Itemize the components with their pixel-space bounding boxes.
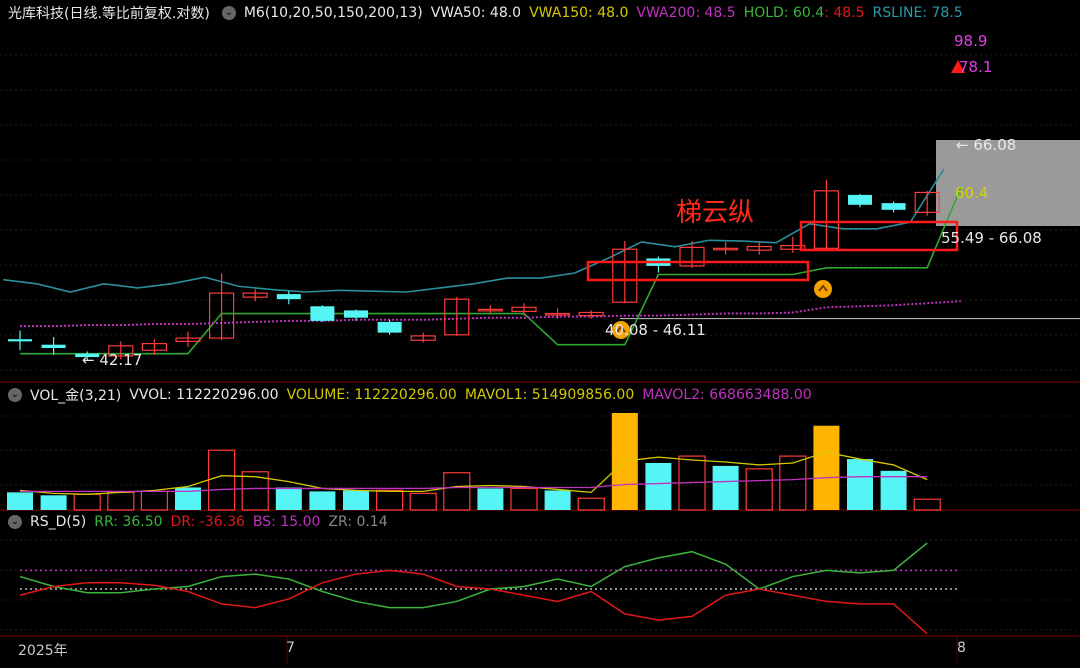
box-label: 梯云纵: [676, 198, 755, 228]
volume-bar: [847, 459, 873, 510]
volume-bar: [208, 449, 236, 511]
vwa200-label: VWA200: 48.5: [636, 5, 736, 21]
range2-label: 55.49 - 66.08: [941, 229, 1042, 247]
candle-body: [881, 203, 906, 210]
mavol1-label: MAVOL1: 514909856.00: [464, 387, 635, 403]
rs-right-label: 78.1: [959, 58, 993, 76]
candle-body: [377, 321, 402, 333]
x-label-year: 2025年: [18, 643, 68, 659]
vol-header: ⌄ VOL_金(3,21) VVOL: 112220296.00 VOLUME:…: [0, 384, 1080, 406]
chart-stage: 光库科技(日线.等比前复权.对数) ⌄ M6(10,20,50,150,200,…: [0, 0, 1080, 664]
volume-bar: [73, 493, 101, 511]
vol-expand-icon[interactable]: ⌄: [8, 388, 22, 402]
volume-bar: [7, 492, 33, 510]
x-label-8: 8: [957, 640, 966, 656]
range1-label: 40.08 - 46.11: [605, 321, 706, 339]
volume-bar: [275, 487, 302, 510]
hold-value-label: 60.4: [955, 184, 989, 202]
rr-label: RR: 36.50: [94, 514, 163, 530]
vwa150-label: VWA150: 48.0: [529, 5, 629, 21]
volume-bar: [309, 491, 336, 510]
rs-name: RS_D(5): [30, 514, 87, 530]
volume-label: VOLUME: 112220296.00: [286, 387, 457, 403]
volume-bar: [376, 489, 404, 511]
volume-bar: [510, 487, 538, 511]
vol-name: VOL_金(3,21): [30, 388, 122, 404]
indicator-label: M6(10,20,50,150,200,13): [243, 5, 423, 21]
mavol2-label: MAVOL2: 668663488.00: [642, 387, 812, 403]
candle-body: [848, 194, 872, 205]
hold-label: HOLD: 60.4: [743, 5, 825, 21]
volume-bar: [409, 492, 437, 511]
low-price-label: ← 42.17: [82, 351, 143, 369]
volume-bar: [745, 468, 773, 511]
volume-bar: [40, 495, 67, 510]
vvol-label: VVOL: 112220296.00: [129, 387, 279, 403]
volume-bar: [343, 490, 369, 510]
volume-bar: [544, 490, 571, 510]
volume-bar: [712, 465, 739, 510]
dr-series: [19, 569, 928, 635]
candle-body: [41, 344, 66, 349]
volume-bar: [140, 490, 168, 511]
vwa50-label: VWA50: 48.0: [430, 5, 522, 21]
rsline-label: RSLINE: 78.5: [872, 5, 963, 21]
rs-top-label: 98.9: [954, 32, 988, 50]
rs-header: ⌄ RS_D(5) RR: 36.50 DR: -36.36 BS: 15.00…: [0, 511, 1080, 533]
volume-bar: [813, 425, 840, 510]
volume-bar: [913, 498, 941, 511]
zr-label: ZR: 0.14: [328, 514, 388, 530]
rs-expand-icon[interactable]: ⌄: [8, 515, 22, 529]
x-label-7: 7: [286, 640, 295, 656]
candle-body: [8, 339, 32, 342]
rr-series: [19, 542, 928, 609]
volume-bar: [645, 462, 672, 510]
volume-bar: [779, 455, 807, 511]
volume-bar: [107, 491, 135, 511]
volume-bar: [577, 497, 605, 511]
chart-canvas: [0, 54, 1080, 664]
candle-body: [310, 306, 335, 321]
rsline-series: [3, 168, 945, 293]
volume-bar: [443, 472, 471, 511]
main-header: 光库科技(日线.等比前复权.对数) ⌄ M6(10,20,50,150,200,…: [0, 2, 1080, 24]
signal-icon: [814, 280, 832, 298]
candle-body: [344, 310, 368, 318]
hold-series: [20, 187, 962, 355]
expand-icon[interactable]: ⌄: [221, 6, 236, 20]
hold2-label: : 48.5: [824, 5, 865, 21]
stock-title: 光库科技(日线.等比前复权.对数): [8, 6, 210, 22]
dr-label: DR: -36.36: [170, 514, 245, 530]
high-price-label: ← 66.08: [956, 136, 1017, 154]
volume-bar: [477, 488, 504, 510]
mavol2-series: [20, 476, 928, 493]
bs-label: BS: 15.00: [252, 514, 321, 530]
candle-body: [276, 294, 301, 300]
